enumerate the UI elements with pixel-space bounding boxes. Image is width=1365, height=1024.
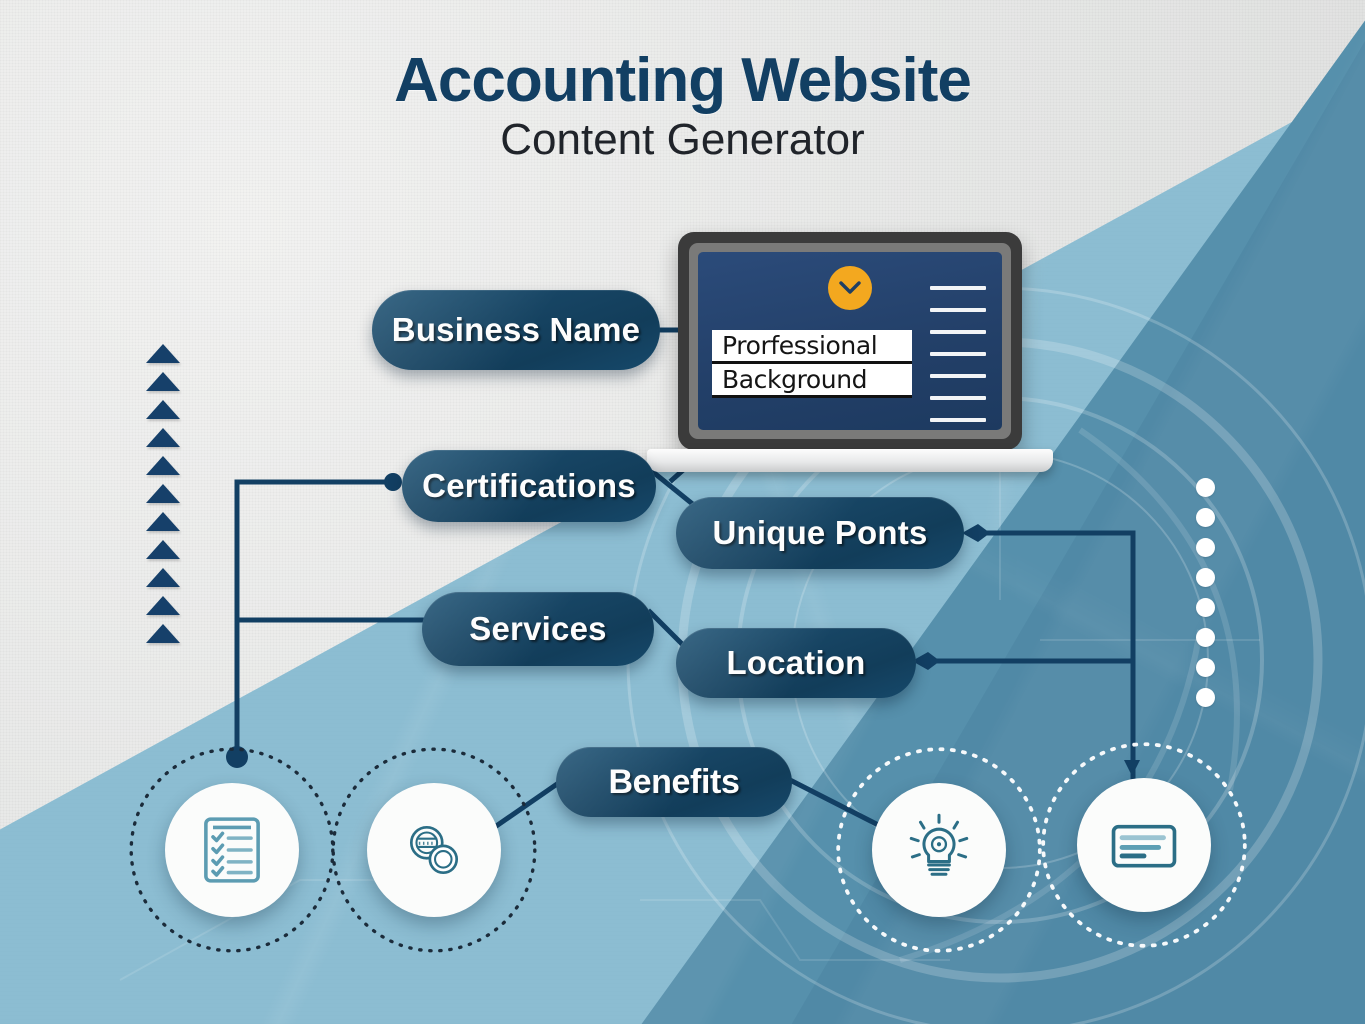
triangle-icon <box>146 512 180 531</box>
screen-line <box>930 418 986 422</box>
node-certifications[interactable]: Certifications <box>402 450 656 522</box>
chevron-down-icon[interactable] <box>828 266 872 310</box>
node-unique-ponts[interactable]: Unique Ponts <box>676 497 964 569</box>
triangle-icon <box>146 400 180 419</box>
node-certifications-label: Certifications <box>422 467 636 504</box>
infographic-canvas: Accounting Website Content Generator Pro… <box>0 0 1365 1024</box>
title-subtitle: Content Generator <box>500 115 865 165</box>
laptop-illustration: Prorfessional Background <box>647 232 1053 472</box>
badge-coins-icon <box>409 825 459 875</box>
checklist-document-icon <box>204 817 260 883</box>
screen-input-professional[interactable]: Prorfessional <box>712 330 912 364</box>
screen-input-background[interactable]: Background <box>712 364 912 398</box>
screen-line <box>930 352 986 356</box>
triangle-icon <box>146 344 180 363</box>
node-benefits[interactable]: Benefits <box>556 747 792 817</box>
laptop-body: Prorfessional Background <box>678 232 1022 450</box>
node-unique-ponts-label: Unique Ponts <box>712 514 928 551</box>
icon-node-badge[interactable] <box>331 747 537 953</box>
node-location-label: Location <box>726 644 866 681</box>
dot-icon <box>1196 628 1215 647</box>
dot-icon <box>1196 508 1215 527</box>
triangle-icon <box>146 540 180 559</box>
dot-icon <box>1196 598 1215 617</box>
screen-line <box>930 286 986 290</box>
dot-icon <box>1196 688 1215 707</box>
node-services[interactable]: Services <box>422 592 654 666</box>
node-business-name[interactable]: Business Name <box>372 290 660 370</box>
triangle-icon <box>146 456 180 475</box>
triangle-icon <box>146 568 180 587</box>
white-dot-column <box>1196 478 1215 718</box>
icon-node-checklist[interactable] <box>129 747 335 953</box>
screen-line <box>930 330 986 334</box>
triangle-icon <box>146 428 180 447</box>
screen-input-professional-value: Prorfessional <box>722 331 878 360</box>
dot-icon <box>1196 658 1215 677</box>
laptop-bezel: Prorfessional Background <box>689 243 1011 439</box>
lightbulb-idea-icon <box>909 813 969 876</box>
icon-circle[interactable] <box>872 783 1006 917</box>
triangle-decor-column <box>146 344 180 652</box>
screen-line <box>930 374 986 378</box>
node-benefits-label: Benefits <box>608 762 740 801</box>
triangle-icon <box>146 372 180 391</box>
dot-icon <box>1196 538 1215 557</box>
laptop-screen: Prorfessional Background <box>698 252 1002 430</box>
icon-circle[interactable] <box>165 783 299 917</box>
icon-node-card[interactable] <box>1041 742 1247 948</box>
triangle-icon <box>146 624 180 643</box>
node-business-name-label: Business Name <box>391 311 641 348</box>
icon-circle[interactable] <box>1077 778 1211 912</box>
text-card-icon <box>1111 824 1177 868</box>
laptop-base <box>647 449 1053 472</box>
screen-side-lines <box>930 286 986 430</box>
screen-input-background-value: Background <box>722 365 868 394</box>
node-location[interactable]: Location <box>676 628 916 698</box>
icon-circle[interactable] <box>367 783 501 917</box>
dot-icon <box>1196 478 1215 497</box>
page-title: Accounting Website Content Generator <box>0 48 1365 166</box>
dot-icon <box>1196 568 1215 587</box>
icon-node-lightbulb[interactable] <box>836 747 1042 953</box>
screen-line <box>930 308 986 312</box>
triangle-icon <box>146 484 180 503</box>
node-services-label: Services <box>469 610 607 647</box>
triangle-icon <box>146 596 180 615</box>
title-main: Accounting Website <box>394 46 972 115</box>
screen-line <box>930 396 986 400</box>
